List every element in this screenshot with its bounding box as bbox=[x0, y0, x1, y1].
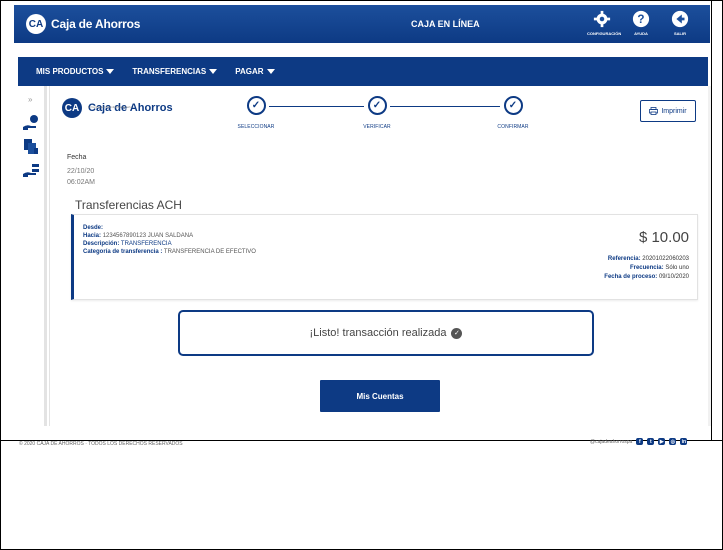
hand-coin-icon[interactable] bbox=[22, 114, 40, 132]
step-check-icon: ✓ bbox=[503, 96, 523, 115]
step-check-icon: ✓ bbox=[246, 96, 266, 115]
main-content: CA Caja de Ahorros El banco de la famili… bbox=[50, 86, 708, 426]
hacia-row: Hacia: 1234567890123 JUAN SALDANA bbox=[83, 233, 193, 239]
hacia-label: Hacia: bbox=[83, 233, 102, 239]
fecha-proceso-row: Fecha de proceso: 09/10/2020 bbox=[604, 274, 689, 280]
logout-button[interactable]: SALIR bbox=[665, 10, 695, 36]
desde-label: Desde: bbox=[83, 225, 104, 231]
youtube-icon[interactable]: ▶ bbox=[658, 438, 666, 445]
instagram-icon[interactable]: ◎ bbox=[669, 438, 677, 445]
check-circle-icon: ✓ bbox=[451, 327, 463, 339]
logout-icon bbox=[671, 10, 689, 28]
gear-icon bbox=[593, 10, 611, 28]
step-verificar: ✓ VERIFICAR bbox=[337, 96, 417, 130]
categoria-value: TRANSFERENCIA DE EFECTIVO bbox=[163, 249, 256, 255]
referencia-value: 20201022060203 bbox=[642, 256, 689, 262]
logo-text: Caja de Ahorros bbox=[51, 17, 141, 31]
app-logo[interactable]: CA Caja de Ahorros bbox=[26, 14, 140, 34]
success-banner: ¡Listo! transacción realizada ✓ bbox=[178, 310, 594, 356]
logo-mark: CA bbox=[26, 14, 46, 34]
frame-divider-vertical bbox=[711, 0, 712, 441]
step-seleccionar: ✓ SELECCIONAR bbox=[216, 96, 296, 130]
nav-transferencias[interactable]: TRANSFERENCIAS bbox=[132, 67, 218, 76]
categoria-label: Categoría de transferencia : bbox=[83, 249, 163, 255]
facebook-icon[interactable]: f bbox=[636, 438, 644, 445]
desde-row: Desde: bbox=[83, 225, 103, 231]
social-handle: @cajadeahorrospa bbox=[590, 438, 633, 445]
caret-down-icon bbox=[209, 69, 218, 74]
printer-icon bbox=[649, 107, 659, 115]
categoria-row: Categoría de transferencia : TRANSFERENC… bbox=[83, 249, 256, 255]
hacia-value: 1234567890123 JUAN SALDANA bbox=[102, 233, 194, 239]
step-label: CONFIRMAR bbox=[497, 124, 529, 130]
frecuencia-value: Sólo uno bbox=[665, 265, 689, 271]
page-title: Transferencias ACH bbox=[75, 198, 182, 212]
fecha-date: 22/10/20 bbox=[67, 168, 95, 175]
side-rail: » bbox=[18, 86, 44, 426]
fecha-proceso-label: Fecha de proceso: bbox=[604, 274, 658, 280]
nav-label: MIS PRODUCTOS bbox=[36, 67, 104, 76]
fecha-values: 22/10/20 06:02AM bbox=[67, 166, 95, 188]
step-check-icon: ✓ bbox=[367, 96, 387, 115]
caret-down-icon bbox=[266, 69, 275, 74]
hand-transfer-icon[interactable] bbox=[22, 162, 40, 180]
brand-tagline: El banco de la familia Panameña bbox=[88, 105, 132, 109]
descripcion-value: TRANSFERENCIA bbox=[120, 241, 172, 247]
main-nav: MIS PRODUCTOS TRANSFERENCIAS PAGAR bbox=[18, 57, 708, 86]
descripcion-row: Descripción: TRANSFERENCIA bbox=[83, 241, 172, 247]
nav-label: PAGAR bbox=[235, 67, 264, 76]
fecha-time: 06:02AM bbox=[67, 179, 96, 186]
frecuencia-label: Frecuencia: bbox=[629, 265, 664, 271]
documents-icon[interactable] bbox=[22, 138, 40, 156]
transfer-amount: $ 10.00 bbox=[638, 229, 689, 246]
svg-text:?: ? bbox=[637, 13, 644, 26]
nav-spacer bbox=[14, 43, 710, 57]
help-label: AYUDA bbox=[634, 31, 648, 36]
top-bar: CA Caja de Ahorros CAJA EN LÍNEA CONFIGU… bbox=[14, 5, 710, 43]
caret-down-icon bbox=[106, 69, 115, 74]
sidebar-divider bbox=[44, 86, 47, 426]
step-label: SELECCIONAR bbox=[237, 124, 275, 130]
print-label: Imprimir bbox=[661, 107, 687, 115]
twitter-icon[interactable]: t bbox=[647, 438, 655, 445]
step-confirmar: ✓ CONFIRMAR bbox=[473, 96, 553, 130]
expand-sidebar-icon[interactable]: » bbox=[28, 95, 32, 104]
section-name: CAJA EN LÍNEA bbox=[411, 19, 480, 29]
frecuencia-row: Frecuencia: Sólo uno bbox=[630, 265, 689, 271]
referencia-label: Referencia: bbox=[607, 256, 641, 262]
referencia-row: Referencia: 20201022060203 bbox=[608, 256, 689, 262]
transfer-summary-card: Desde: Hacia: 1234567890123 JUAN SALDANA… bbox=[71, 214, 698, 300]
success-message: ¡Listo! transacción realizada bbox=[309, 327, 447, 339]
help-icon: ? bbox=[632, 10, 650, 28]
nav-label: TRANSFERENCIAS bbox=[132, 67, 207, 76]
nav-mis-productos[interactable]: MIS PRODUCTOS bbox=[36, 67, 115, 76]
linkedin-icon[interactable]: in bbox=[680, 438, 688, 445]
print-button[interactable]: Imprimir bbox=[640, 100, 696, 122]
fecha-proceso-value: 09/10/2020 bbox=[658, 274, 689, 280]
footer-copyright: © 2020 CAJA DE AHORROS · TODOS LOS DEREC… bbox=[19, 441, 183, 447]
mis-cuentas-button[interactable]: Mis Cuentas bbox=[320, 380, 440, 412]
config-button[interactable]: CONFIGURACIÓN bbox=[587, 10, 622, 36]
logout-label: SALIR bbox=[674, 31, 686, 36]
fecha-label: Fecha bbox=[67, 154, 87, 161]
config-label: CONFIGURACIÓN bbox=[587, 31, 622, 36]
help-button[interactable]: ? AYUDA bbox=[626, 10, 656, 36]
scrollbar[interactable] bbox=[708, 86, 711, 426]
descripcion-label: Descripción: bbox=[83, 241, 120, 247]
footer-social: @cajadeahorrospa f t ▶ ◎ in bbox=[590, 438, 688, 445]
nav-pagar[interactable]: PAGAR bbox=[235, 67, 275, 76]
brand-mark: CA bbox=[62, 98, 82, 118]
step-label: VERIFICAR bbox=[363, 124, 391, 130]
